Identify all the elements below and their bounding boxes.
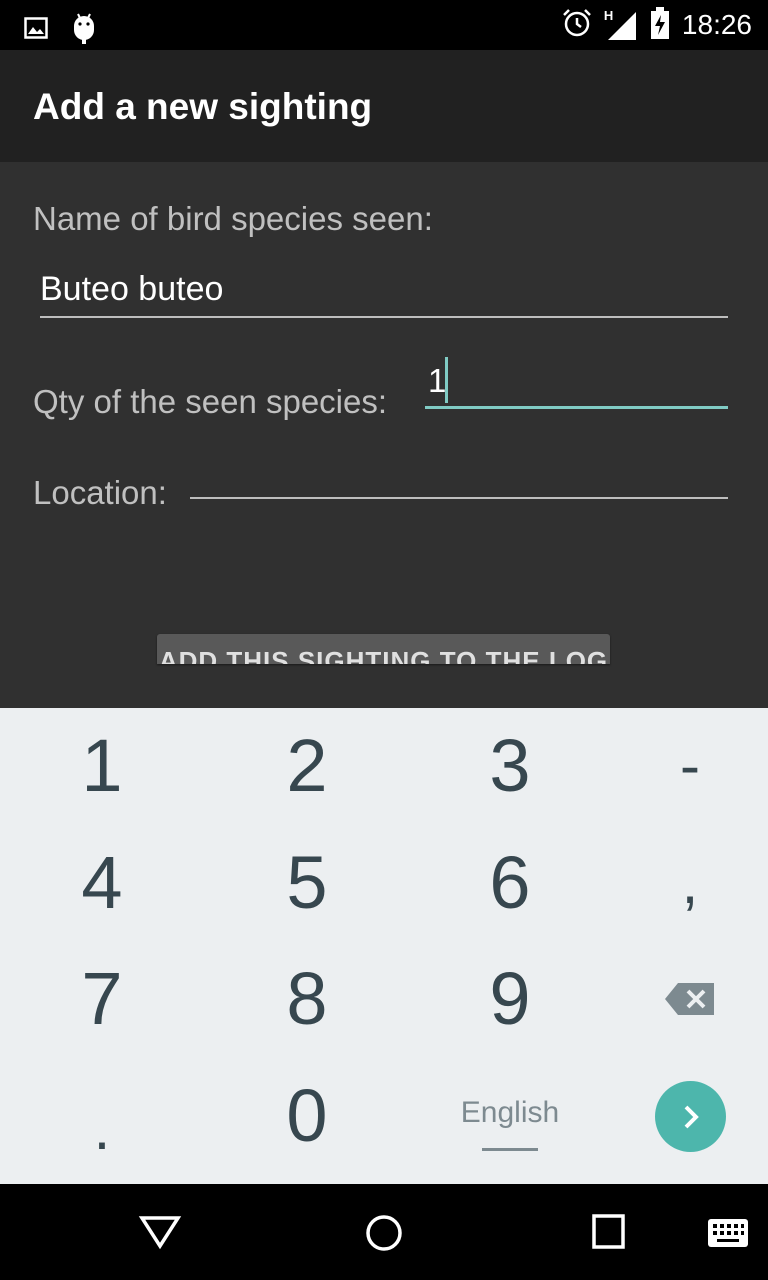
language-indicator [482,1148,538,1151]
add-sighting-button[interactable]: ADD THIS SIGHTING TO THE LOG [157,634,610,664]
page-title: Add a new sighting [33,86,373,127]
android-debug-icon [72,12,96,49]
qty-input[interactable]: 1 [425,352,728,412]
key-4[interactable]: 4 [6,825,198,940]
keyboard-icon[interactable] [706,1217,750,1254]
species-input-value: Buteo buteo [40,270,224,308]
key-8[interactable]: 8 [211,941,403,1056]
signal-icon: H [604,8,638,42]
battery-icon [650,6,670,44]
key-5[interactable]: 5 [211,825,403,940]
language-key[interactable]: English [420,1058,600,1173]
backspace-icon [665,982,714,1015]
home-icon[interactable] [365,1214,403,1257]
qty-input-value: 1 [428,362,447,399]
key-2[interactable]: 2 [211,708,403,823]
language-label: English [460,1096,560,1129]
key-7[interactable]: 7 [6,941,198,1056]
alarm-icon [562,8,592,43]
key-6[interactable]: 6 [414,825,606,940]
qty-label: Qty of the seen species: [33,383,388,420]
key-0[interactable]: 0 [211,1058,403,1173]
qty-input-underline [425,406,728,409]
numeric-keyboard: 1 2 3 - 4 5 6 , 7 8 9 . 0 English [0,708,768,1184]
recents-icon[interactable] [592,1214,626,1255]
chevron-right-icon [684,1105,699,1128]
navigation-bar [0,1184,768,1280]
picture-icon [24,17,48,44]
add-sighting-button-label: ADD THIS SIGHTING TO THE LOG [158,646,609,664]
text-cursor [445,357,448,403]
back-icon[interactable] [138,1214,182,1255]
key-comma[interactable]: , [594,825,768,940]
delete-key[interactable] [594,941,768,1056]
key-3[interactable]: 3 [414,708,606,823]
next-button[interactable] [655,1081,726,1152]
species-label: Name of bird species seen: [33,200,433,237]
species-input-underline [40,316,728,318]
status-clock: 18:26 [681,9,752,40]
key-period[interactable]: . [6,1058,198,1173]
sighting-form: Name of bird species seen: Buteo buteo Q… [0,162,768,708]
species-input[interactable]: Buteo buteo [40,262,728,320]
location-input[interactable] [190,462,728,502]
location-label: Location: [33,474,167,511]
key-1[interactable]: 1 [6,708,198,823]
status-bar: H 18:26 [0,0,768,50]
key-9[interactable]: 9 [414,941,606,1056]
key-minus[interactable]: - [594,708,768,823]
location-input-underline [190,497,728,499]
app-bar: Add a new sighting [0,50,768,162]
